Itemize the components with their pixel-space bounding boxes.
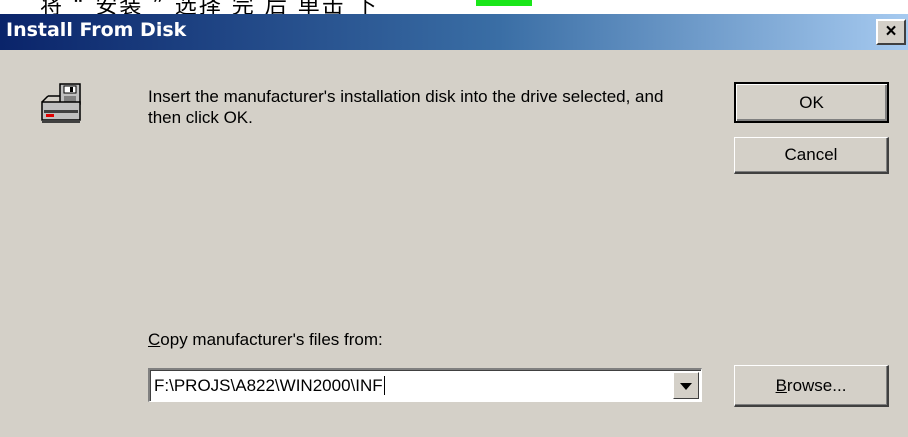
path-input[interactable]: F:\PROJS\A822\WIN2000\INF: [154, 376, 385, 396]
text-caret: [383, 376, 385, 395]
dialog-body: Insert the manufacturer's installation d…: [0, 50, 908, 437]
dropdown-button[interactable]: [673, 372, 699, 399]
browse-label: rowse...: [786, 376, 847, 395]
window-title: Install From Disk: [6, 19, 187, 41]
cancel-button[interactable]: Cancel: [734, 137, 889, 174]
path-combobox[interactable]: F:\PROJS\A822\WIN2000\INF: [148, 368, 702, 402]
instruction-text: Insert the manufacturer's installation d…: [148, 87, 664, 127]
close-button[interactable]: ×: [876, 19, 906, 45]
title-bar[interactable]: Install From Disk ×: [0, 14, 908, 50]
close-icon: ×: [885, 21, 897, 42]
path-value-text: F:\PROJS\A822\WIN2000\INF: [154, 376, 383, 395]
copy-label-accelerator: C: [148, 330, 161, 349]
floppy-disk-drive-icon: [41, 83, 81, 123]
caption-highlight: [476, 0, 532, 6]
chevron-down-icon: [680, 383, 692, 390]
ok-button[interactable]: OK: [734, 82, 889, 123]
copy-label-text: opy manufacturer's files from:: [160, 330, 383, 349]
copy-from-label: Copy manufacturer's files from:: [148, 330, 383, 350]
browse-accelerator: B: [775, 376, 787, 395]
caption-strip: 将 “ 安装 ” 选择 完 后 单击 下: [0, 0, 908, 14]
browse-button[interactable]: Browse...: [734, 365, 889, 407]
caption-text: 将 “ 安装 ” 选择 完 后 单击 下: [40, 0, 379, 14]
